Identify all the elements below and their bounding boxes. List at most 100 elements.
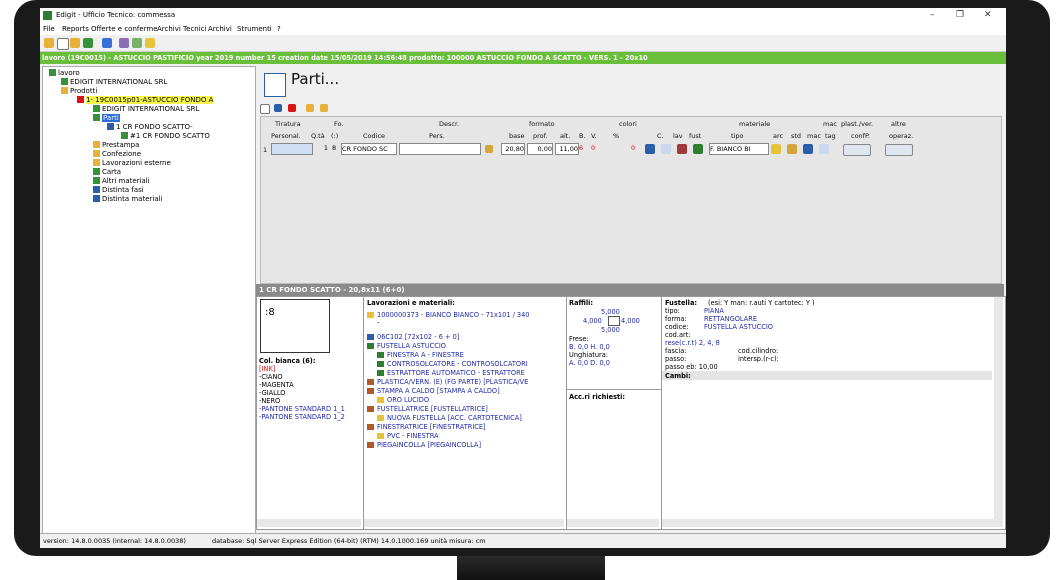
tree-node-carta[interactable]: Carta xyxy=(93,168,121,177)
v-value[interactable]: 0 xyxy=(591,143,599,153)
minimize-icon[interactable]: – xyxy=(930,10,935,20)
maximize-icon[interactable]: ❐ xyxy=(956,10,964,20)
base-value[interactable]: 20,80 xyxy=(501,143,525,155)
tipo-value: PIANA xyxy=(704,307,724,315)
products-icon xyxy=(61,87,68,94)
b-value[interactable]: 6 xyxy=(579,143,587,153)
tree-node-client[interactable]: EDIGIT INTERNATIONAL SRL xyxy=(61,78,167,87)
row-number: 1 xyxy=(263,146,268,154)
lav-icon[interactable] xyxy=(677,144,687,154)
preview-pane: :8 Col. bianca (6): [INK] -CIANO -MAGENT… xyxy=(256,296,364,530)
grid-icon[interactable] xyxy=(645,144,655,154)
tree-node-lavorazioni[interactable]: Lavorazioni esterne xyxy=(93,159,171,168)
tree-node-part-sub[interactable]: #1 CR FONDO SCATTO xyxy=(121,132,210,141)
tree-node-part[interactable]: 1 CR FONDO SCATTO- xyxy=(107,123,193,132)
new-part-icon[interactable] xyxy=(260,104,270,114)
client-icon xyxy=(61,78,68,85)
list-icon[interactable] xyxy=(102,38,112,48)
close-icon[interactable]: ✕ xyxy=(984,10,992,20)
header-mac2: mac xyxy=(807,132,821,140)
header-pct: % xyxy=(613,132,620,140)
header-plast: plast./ver. xyxy=(841,120,874,128)
codice-value: FUSTELLA ASTUCCIO xyxy=(704,323,773,331)
menu-file[interactable]: File xyxy=(43,25,55,33)
fo-value[interactable]: 8 xyxy=(332,143,338,153)
material-oro: ORO LUCIDO xyxy=(377,396,429,404)
process-icon xyxy=(367,442,374,448)
horizontal-scrollbar[interactable] xyxy=(364,519,564,527)
delete-part-icon[interactable] xyxy=(288,104,296,112)
tree-node-parti[interactable]: Parti xyxy=(93,114,120,123)
mac-icon[interactable] xyxy=(803,144,813,154)
tree-node-prestampa[interactable]: Prestampa xyxy=(93,141,139,150)
fustella-header: Fustella: xyxy=(665,299,698,307)
open-part-icon[interactable] xyxy=(306,104,314,112)
personal-input[interactable] xyxy=(271,143,313,155)
header-altre: altre xyxy=(891,120,906,128)
prof-value[interactable]: 0,00 xyxy=(527,143,553,155)
job-info-text: lavoro (19C0015) - ASTUCCIO PASTIFICIO y… xyxy=(42,54,648,62)
horizontal-scrollbar[interactable] xyxy=(567,519,659,527)
product-icon xyxy=(77,96,84,103)
operaz-button[interactable] xyxy=(885,144,913,156)
color-magenta: -MAGENTA xyxy=(259,381,294,389)
tree-node-distinta-materiali[interactable]: Distinta materiali xyxy=(93,195,163,204)
copy-part-icon[interactable] xyxy=(274,104,282,112)
fust-icon[interactable] xyxy=(693,144,703,154)
folder-part-icon[interactable] xyxy=(320,104,328,112)
tree-node-product[interactable]: 1- 19C0015p01-ASTUCCIO FONDO A xyxy=(77,96,214,105)
menu-help[interactable]: ? xyxy=(277,25,281,33)
open-icon[interactable] xyxy=(44,38,54,48)
settings-icon[interactable] xyxy=(132,38,142,48)
horizontal-scrollbar[interactable] xyxy=(662,519,994,527)
pers-input[interactable] xyxy=(399,143,481,155)
header-colon: (:) xyxy=(331,132,339,140)
tipo-select[interactable]: F. BIANCO BI xyxy=(709,143,769,155)
process-stampa-caldo: STAMPA A CALDO [STAMPA A CALDO] xyxy=(367,387,500,395)
qta-value[interactable]: 1 xyxy=(314,143,328,153)
frese-label: Frese: xyxy=(569,335,589,343)
controsolcatore-icon xyxy=(377,361,384,367)
unghiatura-label: Unghiatura: xyxy=(569,351,608,359)
tree-node-lavoro[interactable]: lavoro xyxy=(49,69,80,78)
header-confp: confP. xyxy=(851,132,870,140)
new-icon[interactable] xyxy=(57,38,69,50)
lavorazioni-pane: Lavorazioni e materiali: 1000000373 - BI… xyxy=(363,296,567,530)
tag-icon[interactable] xyxy=(819,144,829,154)
tree-node-client2[interactable]: EDIGIT INTERNATIONAL SRL xyxy=(93,105,199,114)
header-tag: tag xyxy=(825,132,836,140)
tree-node-confezione[interactable]: Confezione xyxy=(93,150,141,159)
menu-offerte[interactable]: Offerte e conferme xyxy=(91,25,158,33)
header-arc: arc xyxy=(773,132,784,140)
material-finestra: FINESTRA A - FINESTRE xyxy=(377,351,464,359)
raffili-box xyxy=(608,316,620,326)
vertical-scrollbar[interactable] xyxy=(994,297,1003,527)
palette-icon[interactable] xyxy=(119,38,129,48)
header-qta: Q.tà xyxy=(311,132,325,140)
alt-value[interactable]: 11,00 xyxy=(555,143,579,155)
tree-icon[interactable] xyxy=(83,38,93,48)
menu-archivi-tecnici[interactable]: Archivi Tecnici xyxy=(157,25,206,33)
pct-value[interactable]: 0 xyxy=(631,143,639,153)
pvc-icon xyxy=(377,433,384,439)
menu-reports[interactable]: Reports xyxy=(62,25,89,33)
confp-button[interactable] xyxy=(843,144,871,156)
codice-select[interactable]: CR FONDO SC xyxy=(341,143,397,155)
page-title: Parti... xyxy=(291,70,340,88)
parti-panel: Parti... Tiratura Fo. Descr. formato col… xyxy=(256,66,1004,284)
brush-icon[interactable] xyxy=(145,38,155,48)
arc-icon[interactable] xyxy=(771,144,781,154)
lookup-icon[interactable] xyxy=(485,145,493,153)
menu-archivi[interactable]: Archivi xyxy=(208,25,232,33)
color-nero: -NERO xyxy=(259,397,281,405)
std-icon[interactable] xyxy=(787,144,797,154)
folder-icon[interactable] xyxy=(70,38,80,48)
tree-node-altri-materiali[interactable]: Altri materiali xyxy=(93,177,150,186)
tree-node-distinta-fasi[interactable]: Distinta fasi xyxy=(93,186,144,195)
nuova-fustella-icon xyxy=(377,415,384,421)
lavorazioni-header: Lavorazioni e materiali: xyxy=(367,299,455,307)
image-icon[interactable] xyxy=(661,144,671,154)
tree-node-prodotti[interactable]: Prodotti xyxy=(61,87,97,96)
menu-strumenti[interactable]: Strumenti xyxy=(237,25,272,33)
horizontal-scrollbar[interactable] xyxy=(257,519,361,527)
